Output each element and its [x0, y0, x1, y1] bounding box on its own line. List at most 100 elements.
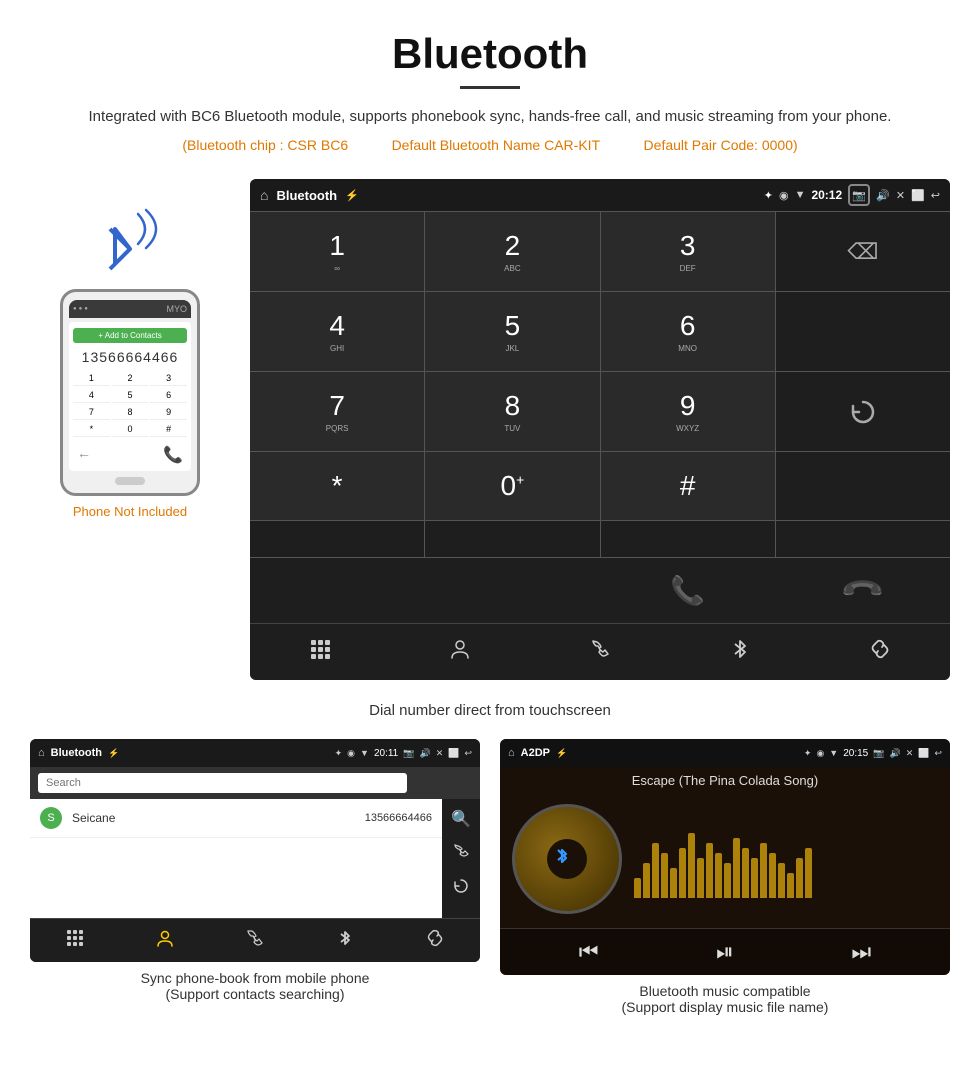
pb-caption: Sync phone-book from mobile phone (Suppo…: [141, 962, 370, 1006]
contact-letter: S: [40, 807, 62, 829]
visualizer-bar: [634, 878, 641, 898]
call-end-row: 📞 📞: [250, 557, 950, 623]
close-btn[interactable]: ✕: [896, 189, 905, 202]
pb-usb-icon: ⚡: [108, 748, 119, 759]
prev-track-btn[interactable]: ⏮: [579, 939, 599, 965]
dial-key-empty-1: [776, 292, 950, 371]
album-art-inner: [547, 839, 587, 879]
dial-key-3[interactable]: 3 DEF: [601, 212, 775, 291]
dial-key-0[interactable]: 0+: [425, 452, 599, 520]
pb-caption-line1: Sync phone-book from mobile phone: [141, 970, 370, 986]
visualizer-bar: [715, 853, 722, 898]
dial-key-9[interactable]: 9 WXYZ: [601, 372, 775, 451]
call-empty-4: [776, 521, 950, 557]
visualizer-bar: [733, 838, 740, 898]
phone-screen: + Add to Contacts 13566664466 1 2 3 4 5 …: [69, 322, 191, 471]
call-button[interactable]: 📞: [600, 558, 775, 623]
pb-link-btn[interactable]: [390, 919, 480, 962]
call-left-empty: [250, 558, 425, 623]
pb-list-area: S Seicane 13566664466 🔍: [30, 799, 480, 918]
phonebook-screenshot-box: ⌂ Bluetooth ⚡ ✦ ◉ ▼ 20:11 📷 🔊 ✕ ⬜ ↩: [30, 739, 480, 1019]
back-btn[interactable]: ↩: [931, 189, 940, 202]
add-contacts-btn[interactable]: + Add to Contacts: [73, 328, 187, 343]
dial-key-star[interactable]: *: [250, 452, 424, 520]
status-time: 20:12: [811, 188, 842, 202]
pb-contacts-list: S Seicane 13566664466: [30, 799, 442, 918]
pb-dialpad-btn[interactable]: [30, 919, 120, 962]
dial-key-1[interactable]: 1 ∞: [250, 212, 424, 291]
visualizer-bar: [787, 873, 794, 898]
volume-icon[interactable]: 🔊: [876, 189, 890, 202]
visualizer-bar: [724, 863, 731, 898]
pb-bt-btn[interactable]: [300, 919, 390, 962]
pb-bottom-bar: [30, 918, 480, 962]
camera-btn[interactable]: 📷: [848, 184, 870, 206]
dialpad-icon[interactable]: [250, 624, 390, 680]
phone-number-display: 13566664466: [73, 349, 187, 365]
pb-redial-side-icon[interactable]: [453, 878, 469, 899]
visualizer-bar: [760, 843, 767, 898]
phone-call-icon[interactable]: 📞: [163, 445, 183, 465]
call-row: [250, 520, 950, 557]
dial-key-backspace[interactable]: ⌫: [776, 212, 950, 291]
end-icon: 📞: [839, 567, 887, 615]
phone-mockup: ●●● MYO + Add to Contacts 13566664466 1 …: [60, 289, 200, 496]
next-track-btn[interactable]: ⏭: [851, 939, 871, 965]
dial-key-hash[interactable]: #: [601, 452, 775, 520]
dial-key-2[interactable]: 2 ABC: [425, 212, 599, 291]
dial-caption: Dial number direct from touchscreen: [0, 690, 980, 739]
pb-statusbar: ⌂ Bluetooth ⚡ ✦ ◉ ▼ 20:11 📷 🔊 ✕ ⬜ ↩: [30, 739, 480, 767]
pb-contacts-btn[interactable]: [120, 919, 210, 962]
phone-back-icon[interactable]: ←: [77, 445, 91, 465]
pb-phone-btn[interactable]: [210, 919, 300, 962]
pb-bt-icon: ✦: [335, 748, 343, 759]
end-button[interactable]: 📞: [775, 558, 950, 623]
music-content: [500, 790, 950, 928]
music-caption: Bluetooth music compatible (Support disp…: [622, 975, 829, 1019]
music-cam-icon: 📷: [873, 748, 884, 759]
visualizer-bar: [751, 858, 758, 898]
home-icon[interactable]: ⌂: [260, 187, 268, 203]
contacts-icon[interactable]: [390, 624, 530, 680]
play-pause-btn[interactable]: ⏯: [716, 939, 734, 965]
music-status-right: ✦ ◉ ▼ 20:15 📷 🔊 ✕ ⬜ ↩: [804, 748, 942, 759]
link-icon[interactable]: [810, 624, 950, 680]
music-screenshot-box: ⌂ A2DP ⚡ ✦ ◉ ▼ 20:15 📷 🔊 ✕ ⬜ ↩ Escape (T…: [500, 739, 950, 1019]
music-screen: ⌂ A2DP ⚡ ✦ ◉ ▼ 20:15 📷 🔊 ✕ ⬜ ↩ Escape (T…: [500, 739, 950, 975]
music-home-icon: ⌂: [508, 747, 515, 759]
statusbar-bt-title: Bluetooth: [276, 188, 337, 203]
dial-key-8[interactable]: 8 TUV: [425, 372, 599, 451]
phone-dialpad: 1 2 3 4 5 6 7 8 9 * 0 #: [73, 371, 187, 437]
dial-key-7[interactable]: 7 PQRS: [250, 372, 424, 451]
visualizer-bar: [706, 843, 713, 898]
pb-loc-icon: ◉: [347, 748, 355, 759]
phone-dots: ●●●: [73, 306, 90, 312]
window-btn[interactable]: ⬜: [911, 189, 925, 202]
bt-code: Default Pair Code: 0000): [644, 137, 798, 153]
bt-name: Default Bluetooth Name CAR-KIT: [392, 137, 601, 153]
visualizer-bar: [652, 843, 659, 898]
music-back-icon: ↩: [934, 748, 942, 759]
pb-back-icon: ↩: [464, 748, 472, 759]
dialpad-statusbar: ⌂ Bluetooth ⚡ ✦ ◉ ▼ 20:12 📷 🔊 ✕ ⬜ ↩: [250, 179, 950, 211]
pb-time: 20:11: [374, 748, 398, 759]
phone-home-button[interactable]: [115, 477, 145, 485]
pb-search-side-icon[interactable]: 🔍: [451, 809, 471, 829]
pb-search-input[interactable]: [38, 773, 407, 793]
bluetooth-bottom-icon[interactable]: [670, 624, 810, 680]
phone-icon[interactable]: [530, 624, 670, 680]
dial-key-redial[interactable]: [776, 372, 950, 451]
pb-phone-side-icon[interactable]: [453, 843, 469, 864]
dial-key-5[interactable]: 5 JKL: [425, 292, 599, 371]
dial-key-6[interactable]: 6 MNO: [601, 292, 775, 371]
description-text: Integrated with BC6 Bluetooth module, su…: [60, 105, 920, 129]
dial-key-4[interactable]: 4 GHI: [250, 292, 424, 371]
phone-carrier: MYO: [166, 304, 187, 314]
phone-illustration: ●●● MYO + Add to Contacts 13566664466 1 …: [30, 179, 230, 519]
visualizer-bar: [661, 853, 668, 898]
contact-number: 13566664466: [365, 812, 432, 824]
visualizer-bar: [679, 848, 686, 898]
music-visualizer: [634, 828, 812, 898]
music-statusbar: ⌂ A2DP ⚡ ✦ ◉ ▼ 20:15 📷 🔊 ✕ ⬜ ↩: [500, 739, 950, 767]
pb-contact-row: S Seicane 13566664466: [30, 799, 442, 838]
